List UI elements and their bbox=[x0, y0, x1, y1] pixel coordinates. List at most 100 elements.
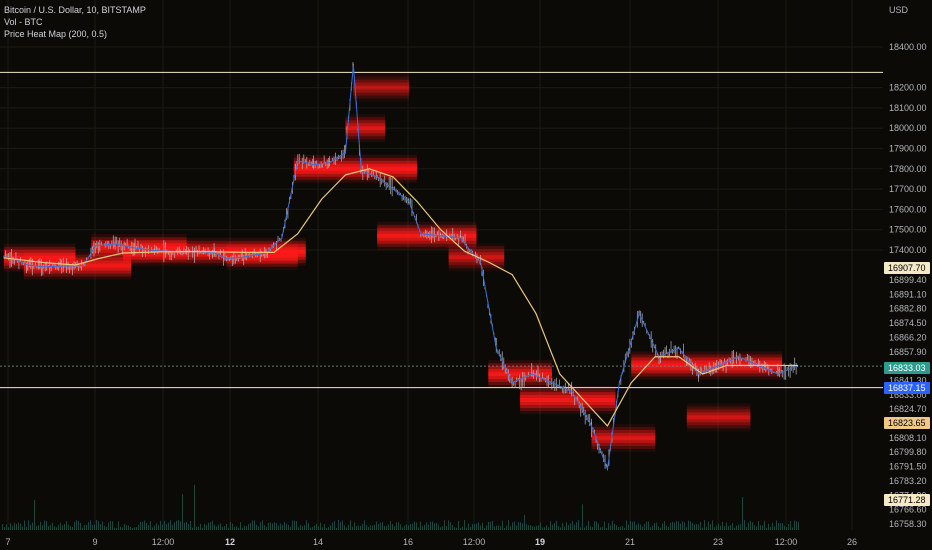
volume-bar bbox=[422, 526, 423, 530]
volume-bar bbox=[756, 526, 757, 530]
volume-bar bbox=[490, 521, 491, 530]
volume-bar bbox=[574, 524, 575, 530]
volume-bar bbox=[204, 523, 205, 530]
volume-bar bbox=[436, 522, 437, 530]
volume-bar bbox=[206, 524, 207, 530]
volume-bar bbox=[138, 524, 139, 530]
volume-bar bbox=[178, 520, 179, 530]
volume-bar bbox=[172, 524, 173, 530]
volume-bar bbox=[122, 527, 123, 530]
volume-bar bbox=[86, 524, 87, 530]
volume-bar bbox=[562, 522, 563, 530]
volume-bar bbox=[682, 521, 683, 530]
volume-bar bbox=[216, 526, 217, 530]
volume-bar bbox=[494, 526, 495, 530]
volume-bar bbox=[164, 520, 165, 530]
volume-bar bbox=[62, 525, 63, 530]
volume-bar bbox=[428, 524, 429, 530]
time-tick-label: 26 bbox=[847, 537, 857, 547]
volume-bar bbox=[690, 521, 691, 530]
volume-bar bbox=[140, 521, 141, 530]
volume-bar bbox=[778, 522, 779, 530]
volume-bar bbox=[272, 523, 273, 530]
volume-bar bbox=[716, 525, 717, 530]
volume-bar bbox=[4, 527, 5, 530]
price-tick-label: 17400.00 bbox=[889, 245, 927, 255]
volume-bar bbox=[72, 526, 73, 530]
volume-bar bbox=[660, 527, 661, 530]
volume-bar bbox=[190, 520, 191, 530]
volume-bar bbox=[698, 524, 699, 530]
volume-bar bbox=[554, 522, 555, 530]
volume-bar bbox=[114, 527, 115, 530]
symbol-title[interactable]: Bitcoin / U.S. Dollar, 10, BITSTAMP bbox=[4, 4, 146, 16]
volume-bar bbox=[376, 521, 377, 530]
volume-bar bbox=[298, 527, 299, 530]
volume-bar bbox=[624, 527, 625, 530]
volume-bar bbox=[108, 522, 109, 530]
chart-background bbox=[0, 0, 932, 550]
volume-bar bbox=[90, 520, 91, 530]
volume-bar bbox=[434, 523, 435, 530]
volume-bar bbox=[482, 522, 483, 530]
volume-bar bbox=[6, 524, 7, 530]
volume-bar bbox=[694, 524, 695, 530]
volume-bar bbox=[14, 522, 15, 530]
volume-bar bbox=[304, 525, 305, 530]
volume-bar bbox=[408, 525, 409, 530]
volume-bar bbox=[80, 522, 81, 530]
volume-bar bbox=[30, 524, 31, 530]
price-tick-label: 18100.00 bbox=[889, 103, 927, 113]
volume-bar bbox=[566, 522, 567, 530]
volume-bar bbox=[484, 527, 485, 530]
volume-bar bbox=[748, 522, 749, 530]
time-tick-label: 21 bbox=[625, 537, 635, 547]
price-tick-label: 18000.00 bbox=[889, 123, 927, 133]
heatmap-indicator-label[interactable]: Price Heat Map (200, 0.5) bbox=[4, 28, 146, 40]
volume-bar bbox=[176, 520, 177, 530]
volume-bar bbox=[16, 524, 17, 530]
price-chart[interactable]: USD 18400.00 18200.00 18100.00 18000.00 1790… bbox=[0, 0, 932, 550]
volume-bar bbox=[214, 524, 215, 530]
volume-bar bbox=[238, 527, 239, 530]
volume-bar bbox=[764, 520, 765, 530]
volume-bar bbox=[704, 520, 705, 530]
volume-bar bbox=[452, 524, 453, 530]
price-tick-label: 17800.00 bbox=[889, 164, 927, 174]
volume-bar bbox=[680, 523, 681, 530]
volume-bar bbox=[244, 525, 245, 530]
volume-indicator-label[interactable]: Vol - BTC bbox=[4, 16, 146, 28]
volume-bar bbox=[20, 523, 21, 530]
volume-bar bbox=[386, 525, 387, 530]
volume-bar bbox=[82, 527, 83, 530]
volume-bar bbox=[496, 525, 497, 530]
volume-bar bbox=[84, 525, 85, 530]
volume-bar bbox=[184, 522, 185, 530]
volume-bar bbox=[280, 523, 281, 530]
volume-bar bbox=[182, 494, 183, 530]
volume-bar bbox=[688, 520, 689, 530]
volume-bar bbox=[146, 522, 147, 530]
volume-bar bbox=[776, 520, 777, 530]
volume-bar bbox=[324, 524, 325, 530]
volume-bar bbox=[198, 526, 199, 530]
price-tick-label: 16857.90 bbox=[889, 347, 927, 357]
volume-bar bbox=[282, 524, 283, 530]
volume-bar bbox=[250, 522, 251, 530]
volume-bar bbox=[710, 524, 711, 530]
volume-bar bbox=[588, 520, 589, 530]
volume-bar bbox=[118, 521, 119, 530]
volume-bar bbox=[746, 527, 747, 530]
volume-bar bbox=[22, 526, 23, 530]
volume-bar bbox=[106, 526, 107, 530]
volume-bar bbox=[560, 527, 561, 530]
volume-bar bbox=[552, 524, 553, 530]
volume-bar bbox=[638, 523, 639, 530]
volume-bar bbox=[246, 526, 247, 530]
volume-bar bbox=[740, 524, 741, 530]
volume-bar bbox=[294, 520, 295, 530]
volume-bar bbox=[366, 525, 367, 530]
volume-bar bbox=[252, 520, 253, 530]
volume-bar bbox=[538, 525, 539, 530]
volume-bar bbox=[390, 521, 391, 530]
